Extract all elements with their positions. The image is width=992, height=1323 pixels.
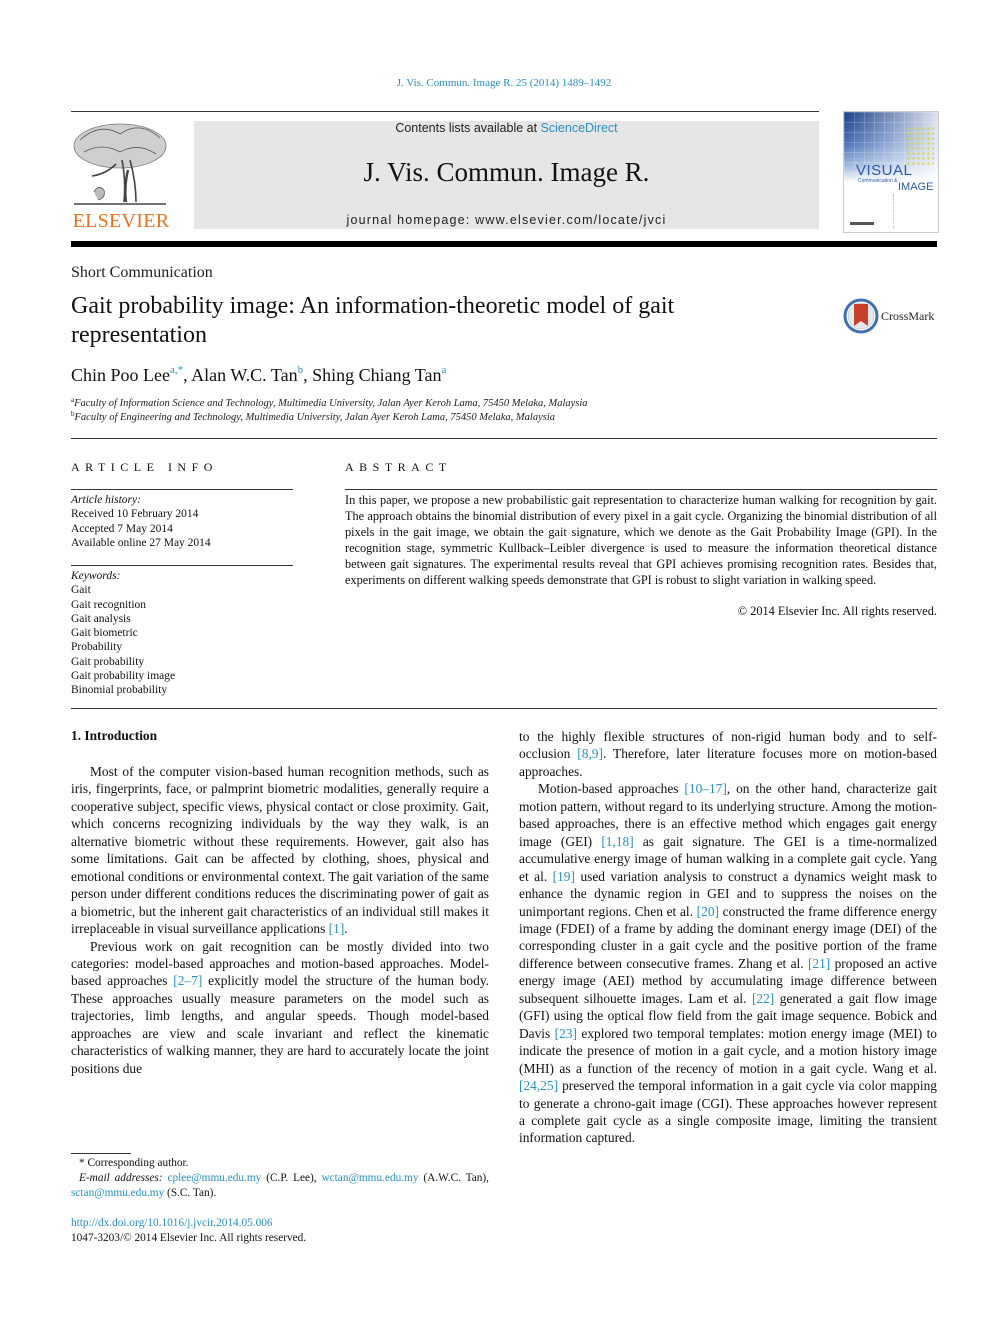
affiliation-b: bFaculty of Engineering and Technology, …: [71, 410, 555, 423]
reference-link[interactable]: [2–7]: [173, 973, 202, 988]
contents-availability: Contents lists available at ScienceDirec…: [194, 121, 819, 135]
body-column-right: to the highly flexible structures of non…: [519, 728, 937, 1147]
reference-link[interactable]: [20]: [697, 904, 719, 919]
paragraph-text: Most of the computer vision-based human …: [71, 764, 489, 937]
header-top-divider: [71, 111, 819, 112]
footnote-divider: [71, 1153, 131, 1154]
history-online: Available online 27 May 2014: [71, 536, 211, 549]
crossmark-label: CrossMark: [881, 309, 935, 323]
body-divider: [71, 708, 937, 709]
doi-block: http://dx.doi.org/10.1016/j.jvcir.2014.0…: [71, 1216, 306, 1246]
journal-name: J. Vis. Commun. Image R.: [363, 157, 650, 187]
affiliation-text: Faculty of Information Science and Techn…: [74, 398, 588, 409]
body-column-left: Most of the computer vision-based human …: [71, 763, 489, 1077]
history-received: Received 10 February 2014: [71, 508, 199, 521]
abstract-copyright: © 2014 Elsevier Inc. All rights reserved…: [737, 604, 937, 618]
article-history: Article history: Received 10 February 20…: [71, 493, 301, 550]
cover-title-visual: VISUAL: [856, 162, 913, 179]
header-thick-divider: [71, 241, 937, 247]
email-addresses: E-mail addresses: cplee@mmu.edu.my (C.P.…: [71, 1171, 489, 1201]
crossmark-icon: [843, 298, 879, 334]
reference-link[interactable]: [8,9]: [577, 746, 603, 761]
paragraph-text: .: [344, 921, 348, 937]
cover-dotted-line: [893, 194, 894, 228]
cover-title-image: IMAGE: [898, 181, 934, 193]
keyword: Gait analysis: [71, 612, 131, 625]
author-name[interactable]: Alan W.C. Tan: [191, 365, 297, 385]
author-list: Chin Poo Leea,*, Alan W.C. Tanb, Shing C…: [71, 364, 446, 386]
journal-citation-link[interactable]: J. Vis. Commun. Image R. 25 (2014) 1489–…: [0, 77, 992, 89]
article-title: Gait probability image: An information-t…: [71, 293, 675, 348]
contents-prefix: Contents lists available at: [395, 121, 541, 135]
reference-link[interactable]: [10–17]: [684, 781, 726, 796]
email-link[interactable]: sctan@mmu.edu.my: [71, 1187, 164, 1199]
reference-link[interactable]: [22]: [752, 991, 774, 1006]
reference-link[interactable]: [1,18]: [601, 834, 633, 849]
keyword: Gait recognition: [71, 598, 147, 611]
email-owner: (S.C. Tan).: [164, 1187, 217, 1199]
cover-subtitle: Communication &: [858, 178, 898, 184]
paragraph: Most of the computer vision-based human …: [71, 763, 489, 938]
front-matter-divider: [71, 438, 937, 439]
journal-cover-thumbnail[interactable]: VISUAL Communication & IMAGE: [843, 111, 939, 233]
keywords-label: Keywords:: [71, 570, 121, 582]
keyword: Binomial probability: [71, 684, 168, 697]
keyword: Gait: [71, 584, 91, 597]
keyword: Gait probability: [71, 655, 145, 668]
reference-link[interactable]: [23]: [555, 1026, 577, 1041]
paragraph: Previous work on gait recognition can be…: [71, 938, 489, 1078]
reference-link[interactable]: [19]: [553, 869, 575, 884]
affiliation-text: Faculty of Engineering and Technology, M…: [74, 412, 556, 423]
keywords-divider: [71, 565, 293, 566]
keyword: Probability: [71, 641, 123, 654]
section-heading-introduction: 1. Introduction: [71, 728, 158, 743]
keyword: Gait biometric: [71, 627, 138, 640]
email-label: E-mail addresses:: [79, 1172, 163, 1184]
sciencedirect-link[interactable]: ScienceDirect: [541, 121, 618, 135]
corresponding-author-note: * Corresponding author.: [79, 1157, 189, 1169]
author-separator: ,: [183, 365, 192, 385]
elsevier-tree-icon: [73, 123, 167, 205]
journal-header-box: Contents lists available at ScienceDirec…: [194, 121, 819, 229]
crossmark-button[interactable]: CrossMark: [843, 298, 943, 334]
reference-link[interactable]: [21]: [808, 956, 830, 971]
abstract-text: In this paper, we propose a new probabil…: [345, 493, 937, 587]
paragraph-continuation: to the highly flexible structures of non…: [519, 728, 937, 780]
paragraph-text: Motion-based approaches: [538, 781, 685, 797]
email-link[interactable]: cplee@mmu.edu.my: [167, 1172, 261, 1184]
keywords-list: Keywords: Gait Gait recognition Gait ana…: [71, 569, 301, 698]
author-affiliation-mark[interactable]: a: [442, 364, 447, 376]
author-name[interactable]: Shing Chiang Tan: [312, 365, 441, 385]
cover-footer-mark: [850, 222, 874, 225]
paragraph-text: preserved the temporal information in a …: [519, 1078, 937, 1146]
footnotes: * Corresponding author. E-mail addresses…: [71, 1156, 489, 1201]
article-info-divider: [71, 489, 293, 490]
email-owner: (A.W.C. Tan),: [418, 1172, 490, 1184]
affiliation-a: aFaculty of Information Science and Tech…: [71, 396, 588, 409]
article-info-heading: ARTICLE INFO: [71, 460, 218, 474]
cover-dots: [906, 126, 934, 166]
reference-link[interactable]: [24,25]: [519, 1078, 558, 1093]
reference-link[interactable]: [1]: [329, 921, 345, 936]
elsevier-wordmark: ELSEVIER: [72, 210, 170, 232]
history-accepted: Accepted 7 May 2014: [71, 522, 173, 535]
author-name[interactable]: Chin Poo Lee: [71, 365, 170, 385]
journal-homepage[interactable]: journal homepage: www.elsevier.com/locat…: [194, 213, 819, 227]
author-affiliation-mark[interactable]: a,*: [170, 364, 183, 376]
keyword: Gait probability image: [71, 670, 176, 683]
abstract-heading: ABSTRACT: [345, 460, 452, 474]
issn-copyright: 1047-3203/© 2014 Elsevier Inc. All right…: [71, 1232, 307, 1244]
paragraph-text: explored two temporal templates: motion …: [519, 1025, 937, 1076]
abstract-divider: [345, 489, 937, 490]
elsevier-logo[interactable]: ELSEVIER: [70, 120, 172, 232]
email-owner: (C.P. Lee),: [261, 1172, 322, 1184]
author-separator: ,: [303, 365, 313, 385]
history-label: Article history:: [71, 494, 141, 506]
paragraph-text: explicitly model the structure of the hu…: [71, 973, 489, 1076]
article-type: Short Communication: [71, 264, 213, 281]
paragraph: Motion-based approaches [10–17], on the …: [519, 780, 937, 1147]
email-link[interactable]: wctan@mmu.edu.my: [322, 1172, 419, 1184]
doi-link[interactable]: http://dx.doi.org/10.1016/j.jvcir.2014.0…: [71, 1216, 306, 1231]
